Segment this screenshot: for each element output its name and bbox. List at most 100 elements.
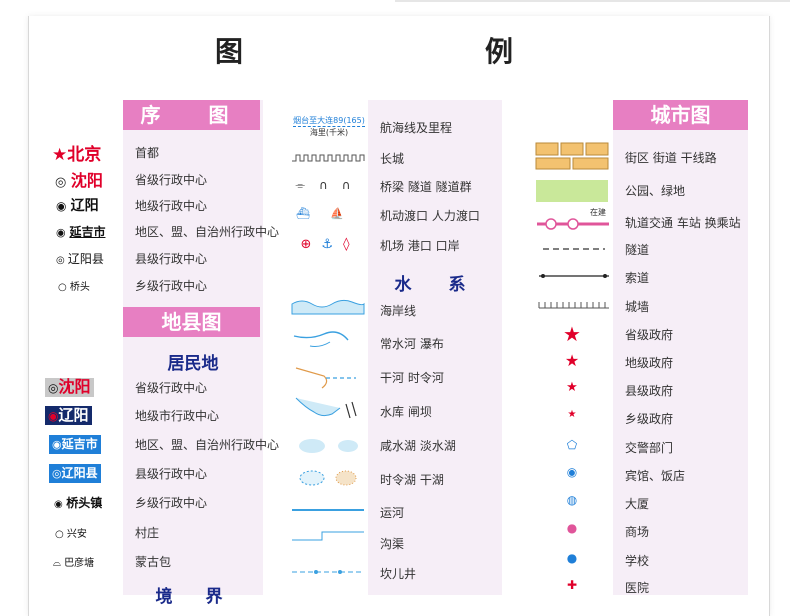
legend-label: 学校 [625, 553, 650, 568]
legend-label: 桥梁 隧道 隧道群 [380, 179, 472, 194]
legend-label: 蒙古包 [135, 554, 172, 569]
legend-label: 街区 街道 干线路 [625, 150, 717, 165]
place-name: 辽阳 [58, 405, 89, 424]
header-dixian: 地县图 [123, 307, 260, 337]
yurt-icon: ⌓ [53, 557, 65, 569]
capital-name: 北京 [67, 144, 102, 165]
legend-row: ○ 桥头 乡级行政中心 [52, 273, 262, 297]
legend-row: ◉ 桥头镇 乡级行政中心 [45, 490, 275, 514]
legend-row: 航海线及里程 [380, 115, 452, 139]
legend-row: 机动渡口 人力渡口 [380, 203, 480, 227]
legend-row: 商场 [625, 519, 649, 543]
sub-residential: 居民地 [167, 354, 219, 374]
legend-label: 时令湖 干湖 [380, 472, 444, 487]
county-label-box: ◎辽阳县 [49, 463, 101, 483]
header-city: 城市图 [613, 100, 748, 130]
legend-label: 轨道交通 车站 换乘站 [625, 215, 741, 230]
label-box: ◉延吉市 [49, 434, 101, 454]
star-icon: ★ [564, 351, 580, 370]
water-symbols [291, 299, 365, 574]
legend-row: ◉辽阳 地级市行政中心 [45, 403, 275, 427]
legend-label: 乡级行政中心 [135, 278, 208, 293]
place-name: 辽阳县 [61, 465, 98, 480]
legend-label: 县级行政中心 [135, 251, 208, 266]
legend-row: 长城 [380, 146, 404, 170]
dot-circle-icon: ◉ [54, 498, 67, 510]
prefecture-symbol: ◉ 辽阳 [56, 195, 99, 215]
legend-row: ◎ 辽阳县 县级行政中心 [52, 246, 262, 270]
legend-label: 运河 [380, 505, 405, 520]
legend-label: 省级行政中心 [135, 380, 208, 395]
legend-row: 桥梁 隧道 隧道群 [380, 174, 472, 198]
waterfall-icon [309, 341, 331, 347]
hotel-icon: ◉ [566, 465, 578, 479]
sea-route-unit: 海里(千米) [309, 127, 349, 137]
legend-label: 乡级行政中心 [135, 495, 208, 510]
place-name: 延吉市 [69, 224, 106, 239]
legend-row: 城墙 [625, 294, 649, 318]
place-name: 兴安 [66, 528, 87, 540]
legend-row: 公园、绿地 [625, 178, 685, 202]
park-icon [536, 180, 608, 202]
legend-row: 宾馆、饭店 [625, 463, 685, 487]
block-icon [535, 142, 559, 156]
legend-label: 索道 [625, 270, 650, 285]
dry-lake-icon [335, 470, 357, 486]
ferry-icon: ⛴⛵ [296, 206, 364, 220]
legend-label: 县级政府 [625, 383, 674, 398]
legend-row: ◉ 延吉市 地区、盟、自治州行政中心 [52, 219, 282, 243]
ditch-icon [292, 531, 364, 541]
township-symbol: ◉ 桥头镇 [54, 494, 102, 511]
sea-route-icon: 烟台至大连89(165) 海里(千米) [290, 112, 368, 140]
star-icon: ★ [567, 409, 577, 420]
label-box: ◉辽阳 [45, 405, 92, 425]
legend-row: 街区 街道 干线路 [625, 145, 717, 169]
district-label-box: ◉延吉市 [49, 434, 101, 454]
legend-label: 村庄 [135, 525, 160, 540]
legend-label: 省级行政中心 [135, 172, 208, 187]
legend-label: 常水河 瀑布 [380, 336, 444, 351]
hospital-icon: ✚ [566, 578, 578, 592]
legend-label: 医院 [625, 580, 650, 595]
coastline-icon [291, 299, 365, 315]
dot-circle-icon: ◉ [48, 408, 59, 423]
legend-row: ⌓ 巴彦塘 蒙古包 [45, 549, 275, 573]
township-symbol: ○ 桥头 [58, 278, 90, 293]
district-symbol: ◉ 延吉市 [56, 223, 105, 240]
legend-row: 轨道交通 车站 换乘站 [625, 210, 741, 234]
prefecture-label-box: ◉辽阳 [45, 405, 92, 425]
legend-label: 大厦 [625, 496, 650, 511]
legend-label: 坎儿井 [380, 566, 417, 581]
legend-label: 宾馆、饭店 [625, 468, 686, 483]
freshwater-lake-icon [338, 440, 358, 452]
legend-row: ◎辽阳县 县级行政中心 [45, 461, 275, 485]
legend-label: 咸水湖 淡水湖 [380, 438, 456, 453]
place-name: 辽阳县 [67, 251, 104, 266]
legend-label: 地区、盟、自治州行政中心 [135, 437, 280, 452]
sea-route-text: 烟台至大连89(165) [293, 115, 365, 127]
village-symbol: ○ 兴安 [55, 525, 87, 540]
star-icon: ★ [566, 380, 578, 395]
legend-label: 机动渡口 人力渡口 [380, 208, 480, 223]
legend-row: ○ 兴安 村庄 [45, 520, 275, 544]
legend-row-capital: ★北京 首都 [52, 140, 262, 165]
dam-icon [345, 401, 357, 419]
label-box: ◎辽阳县 [49, 463, 101, 483]
legend-row: ◉延吉市 地区、盟、自治州行政中心 [45, 432, 279, 456]
province-label-box: ◎沈阳 [45, 377, 94, 397]
legend-row: ◎ 沈阳 省级行政中心 [52, 167, 262, 191]
circle-icon: ◎ [56, 254, 68, 266]
place-name: 沈阳 [58, 377, 91, 396]
place-name: 延吉市 [61, 436, 98, 451]
capital-symbol: ★北京 [52, 144, 102, 165]
place-name: 巴彦塘 [64, 557, 95, 569]
legend-row: 大厦 [625, 491, 649, 515]
great-wall-icon [290, 150, 368, 164]
page-title: 图 例 [214, 35, 575, 68]
legend-row: 沟渠 [380, 531, 404, 555]
legend-label: 首都 [135, 145, 160, 160]
legend-label: 干河 时令河 [380, 370, 444, 385]
legend-row: 医院 [625, 575, 649, 599]
legend-label: 海岸线 [380, 303, 417, 318]
place-name: 辽阳 [70, 198, 99, 214]
